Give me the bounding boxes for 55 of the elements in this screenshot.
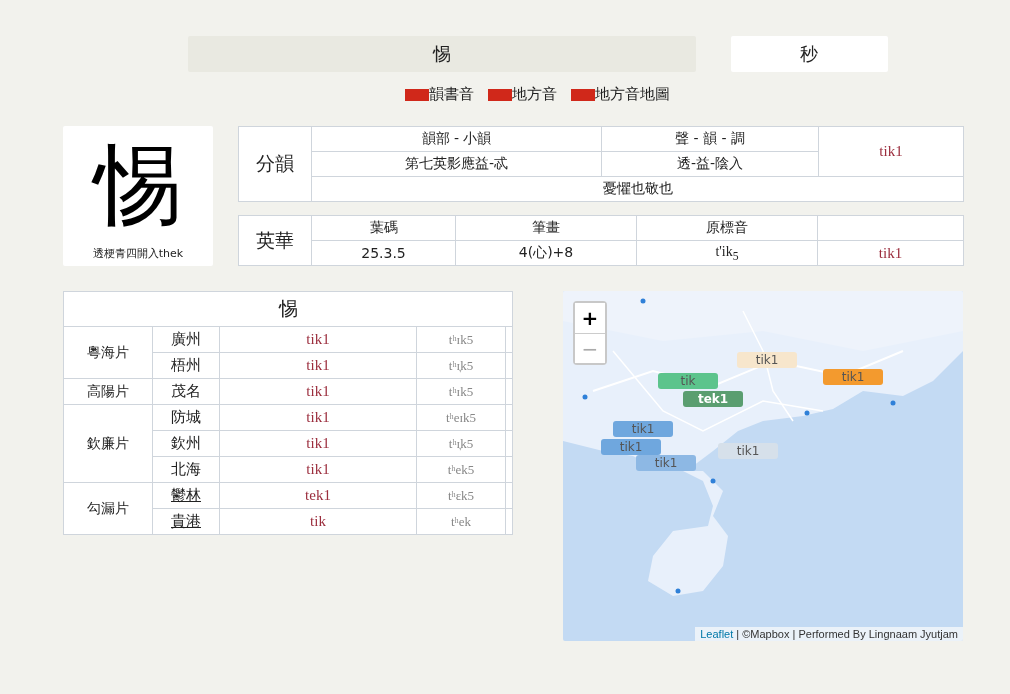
place-cell: 北海 bbox=[152, 456, 220, 483]
reading-cell: tek1 bbox=[219, 482, 417, 509]
reading-cell: tik1 bbox=[219, 456, 417, 483]
table-header: 韻部 - 小韻 bbox=[311, 126, 602, 152]
ipa-cell: tʰek bbox=[416, 508, 506, 535]
attribution-link[interactable]: Leaflet bbox=[700, 628, 734, 640]
table-header: 原標音 bbox=[636, 215, 818, 241]
ipa-cell: tʰɪk5 bbox=[416, 378, 506, 405]
group-cell: 粵海片 bbox=[63, 326, 153, 379]
group-cell: 欽廉片 bbox=[63, 404, 153, 483]
table-cell: 25.3.5 bbox=[311, 240, 456, 266]
ipa-cell: tʰek5 bbox=[416, 456, 506, 483]
reading-cell: tik bbox=[219, 508, 417, 535]
map-marker[interactable]: tik bbox=[658, 373, 718, 389]
group-cell: 高陽片 bbox=[63, 378, 153, 405]
place-cell: 茂名 bbox=[152, 378, 220, 405]
ipa-cell: tʰɛk5 bbox=[416, 482, 506, 509]
ipa-cell: tʰɪ̞k5 bbox=[416, 430, 506, 457]
place-cell: 廣州 bbox=[152, 326, 220, 353]
table-cell: t'ik$_{5}$ bbox=[636, 240, 818, 266]
reading-cell: tik1 bbox=[818, 126, 964, 177]
table-header: 葉碼 bbox=[311, 215, 456, 241]
table-title: 惕 bbox=[63, 291, 513, 327]
reading-cell: tik1 bbox=[817, 240, 964, 266]
map-marker[interactable]: tik1 bbox=[718, 443, 778, 459]
ipa-cell: tʰɪ̞k5 bbox=[416, 352, 506, 379]
gloss-cell: 憂懼也敬也 bbox=[311, 176, 964, 202]
ipa-cell: tʰeɪk5 bbox=[416, 404, 506, 431]
legend-toggle[interactable]: 地方音地圖 bbox=[595, 85, 670, 104]
map-marker[interactable]: tik1 bbox=[636, 455, 696, 471]
place-cell: 欽州 bbox=[152, 430, 220, 457]
character-caption: 透梗青四開入thek bbox=[92, 246, 184, 261]
reading-cell: tik1 bbox=[219, 352, 417, 379]
place-cell: 梧州 bbox=[152, 352, 220, 379]
reading-cell: tik1 bbox=[219, 404, 417, 431]
section-title: 分韻 bbox=[238, 126, 312, 202]
legend-toggle[interactable]: 地方音 bbox=[512, 85, 557, 104]
map-marker[interactable]: tek1 bbox=[683, 391, 743, 407]
search-field[interactable]: 惕 bbox=[187, 36, 696, 72]
table-cell: 第七英影應益-忒 bbox=[311, 151, 602, 177]
map-marker[interactable]: tik1 bbox=[823, 369, 883, 385]
reading-cell: tik1 bbox=[219, 326, 417, 353]
place-cell: 防城 bbox=[152, 404, 220, 431]
attribution-text: | ©Mapbox | Performed By Lingnaam Jyutjam bbox=[735, 628, 958, 640]
ipa-cell: tʰɪk5 bbox=[416, 326, 506, 353]
group-cell: 勾漏片 bbox=[63, 482, 153, 535]
table-cell: 4(心)+8 bbox=[455, 240, 637, 266]
map-marker[interactable]: tik1 bbox=[737, 352, 797, 368]
search-button[interactable]: 秒 bbox=[730, 36, 888, 72]
legend-toggle[interactable]: 韻書音 bbox=[429, 85, 474, 104]
reading-cell: tik1 bbox=[219, 430, 417, 457]
table-header: 筆畫 bbox=[455, 215, 637, 241]
reading-cell: tik1 bbox=[219, 378, 417, 405]
section-title: 英華 bbox=[238, 215, 312, 266]
table-header: 聲 - 韻 - 調 bbox=[601, 126, 819, 152]
